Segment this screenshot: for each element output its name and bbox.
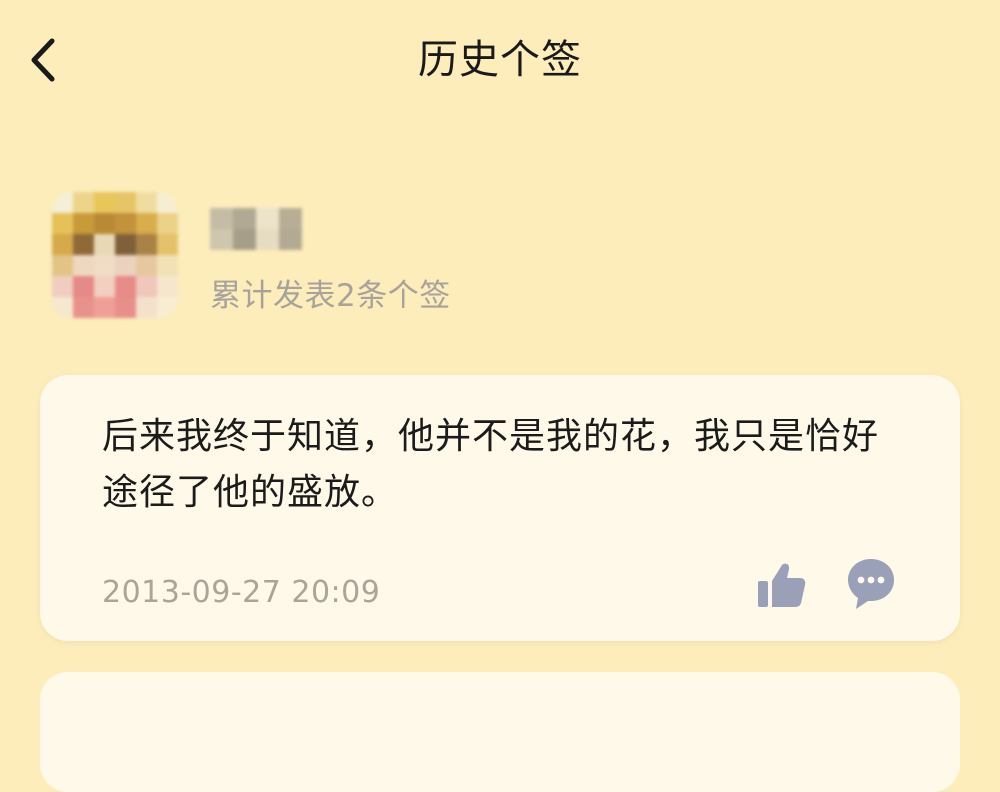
signature-count: 累计发表2条个签 — [210, 278, 451, 314]
profile-section: 累计发表2条个签 — [52, 192, 952, 322]
avatar[interactable] — [52, 192, 178, 318]
top-bar: 历史个签 — [0, 0, 1000, 120]
comment-bubble-icon — [848, 559, 894, 609]
signature-card-next[interactable] — [40, 672, 960, 792]
username-obscured — [210, 208, 302, 250]
like-button[interactable] — [754, 559, 808, 613]
thumbs-up-icon — [758, 563, 806, 607]
signature-card[interactable]: 后来我终于知道，他并不是我的花，我只是恰好途径了他的盛放。 2013-09-27… — [40, 375, 960, 641]
signature-timestamp: 2013-09-27 20:09 — [102, 575, 381, 610]
comment-button[interactable] — [844, 555, 898, 611]
signature-text: 后来我终于知道，他并不是我的花，我只是恰好途径了他的盛放。 — [102, 416, 880, 513]
page-title: 历史个签 — [418, 37, 582, 83]
